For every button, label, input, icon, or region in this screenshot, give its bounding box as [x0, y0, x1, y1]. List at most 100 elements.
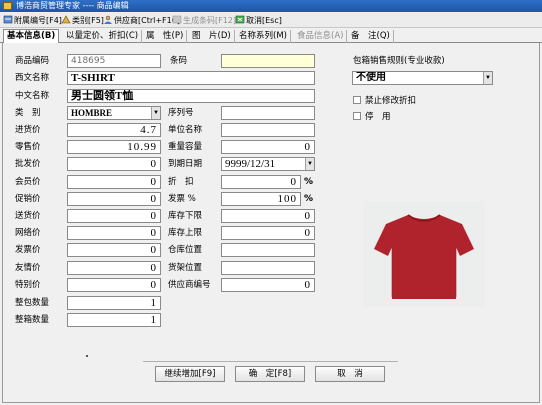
pack-qty-field[interactable]: 1 [67, 296, 161, 310]
cancel-icon [235, 15, 245, 24]
delivery-price-label: 送货价 [15, 211, 41, 221]
online-price-label: 网络价 [15, 228, 41, 238]
pack-rule-select[interactable]: 不使用 ▼ [352, 71, 493, 85]
western-name-label: 西文名称 [15, 73, 50, 83]
warehouse-location-label: 仓库位置 [168, 245, 203, 255]
unit-name-label: 单位名称 [168, 125, 203, 135]
tab-food-info[interactable]: 食品信息(A) [294, 30, 348, 43]
disabled-label: 停 用 [365, 112, 391, 122]
special-price-field[interactable]: 0 [67, 278, 161, 292]
shelf-location-field[interactable] [221, 261, 315, 275]
expiry-date-value: 9999/12/31 [225, 158, 276, 170]
serial-no-label: 序列号 [168, 108, 194, 118]
tshirt-shape [374, 215, 474, 299]
stock-min-label: 库存下限 [168, 211, 203, 221]
category-field-label: 类 别 [15, 108, 41, 118]
box-qty-field[interactable]: 1 [67, 313, 161, 327]
invoice-pct-unit: % [304, 194, 314, 204]
stock-min-field[interactable]: 0 [221, 209, 315, 223]
product-code-label: 商品编码 [15, 56, 50, 66]
western-name-field[interactable]: T-SHIRT [67, 71, 315, 85]
generate-barcode-label: 生成条码[F12] [183, 16, 237, 25]
friend-price-label: 友情价 [15, 263, 41, 273]
toolbar-cancel-button[interactable]: 取消[Esc] [235, 14, 282, 27]
barcode-icon [172, 15, 182, 24]
app-icon [3, 2, 12, 10]
category-select-value: HOMBRE [71, 108, 113, 118]
checkbox-box[interactable] [353, 112, 361, 120]
promo-price-field[interactable]: 0 [67, 192, 161, 206]
serial-no-field[interactable] [221, 106, 315, 120]
product-image [364, 201, 484, 307]
category-button[interactable]: 类别[F5] [61, 14, 104, 27]
tab-basic-info[interactable]: 基本信息(B) [3, 29, 60, 44]
confirm-button[interactable]: 确 定[F8] [235, 366, 305, 382]
generate-barcode-button[interactable]: 生成条码[F12] [172, 14, 236, 27]
chinese-name-label: 中文名称 [15, 91, 50, 101]
tab-notes[interactable]: 备 注(Q) [348, 30, 394, 43]
dot-marker [86, 355, 88, 357]
invoice-pct-field[interactable]: 100 [221, 192, 301, 206]
expiry-date-picker[interactable]: 9999/12/31 ▼ [221, 157, 315, 171]
category-label: 类别[F5] [72, 16, 104, 25]
pack-qty-label: 整包数量 [15, 298, 50, 308]
barcode-label: 条码 [170, 56, 188, 66]
purchase-price-field[interactable]: 4.7 [67, 123, 161, 137]
tab-qty-pricing[interactable]: 以量定价、折扣(C) [63, 30, 143, 43]
forbid-discount-label: 禁止修改折扣 [365, 96, 417, 106]
chevron-down-icon[interactable]: ▼ [151, 107, 160, 119]
pack-rule-label: 包箱销售规则(专业收款) [353, 56, 445, 66]
continue-add-button[interactable]: 继续增加[F9] [155, 366, 225, 382]
supplier-code-field[interactable]: 0 [221, 278, 315, 292]
discount-field[interactable]: 0 [221, 175, 301, 189]
stock-max-label: 库存上限 [168, 228, 203, 238]
promo-price-label: 促销价 [15, 194, 41, 204]
attach-icon [3, 15, 13, 24]
disabled-checkbox[interactable]: 停 用 [353, 112, 391, 122]
delivery-price-field[interactable]: 0 [67, 209, 161, 223]
chinese-name-field[interactable]: 男士圆领T恤 [67, 89, 315, 103]
toolbar: 附属编号[F4] 类别[F5] 供应商[Ctrl+F10] 生成条码[F12] … [0, 13, 542, 28]
special-price-label: 特别价 [15, 280, 41, 290]
warehouse-location-field[interactable] [221, 243, 315, 257]
retail-price-label: 零售价 [15, 142, 41, 152]
member-price-field[interactable]: 0 [67, 175, 161, 189]
button-separator [143, 361, 398, 362]
tab-attributes[interactable]: 属 性(P) [143, 30, 188, 43]
barcode-field[interactable] [221, 54, 315, 68]
product-code-field[interactable]: 418695 [67, 54, 161, 68]
supplier-button[interactable]: 供应商[Ctrl+F10] [103, 14, 180, 27]
unit-name-field[interactable] [221, 123, 315, 137]
friend-price-field[interactable]: 0 [67, 261, 161, 275]
category-icon [61, 15, 71, 24]
tab-name-series[interactable]: 名称系列(M) [236, 30, 291, 43]
online-price-field[interactable]: 0 [67, 226, 161, 240]
window-title: 博浩商贸管理专家 ---- 商品编辑 [16, 1, 129, 10]
cancel-button[interactable]: 取 消 [315, 366, 385, 382]
expiry-date-label: 到期日期 [168, 159, 203, 169]
category-select[interactable]: HOMBRE ▼ [67, 106, 161, 120]
attach-code-button[interactable]: 附属编号[F4] [3, 14, 62, 27]
checkbox-box[interactable] [353, 96, 361, 104]
invoice-pct-label: 发票 % [168, 194, 196, 204]
invoice-price-label: 发票价 [15, 245, 41, 255]
chevron-down-icon[interactable]: ▼ [483, 72, 492, 84]
forbid-discount-checkbox[interactable]: 禁止修改折扣 [353, 96, 416, 106]
supplier-code-label: 供应商编号 [168, 280, 211, 290]
title-bar: 博浩商贸管理专家 ---- 商品编辑 [0, 0, 542, 12]
stock-max-field[interactable]: 0 [221, 226, 315, 240]
weight-capacity-field[interactable]: 0 [221, 140, 315, 154]
tshirt-image [374, 214, 474, 299]
attach-code-label: 附属编号[F4] [14, 16, 62, 25]
wholesale-price-field[interactable]: 0 [67, 157, 161, 171]
tab-pictures[interactable]: 图 片(D) [189, 30, 235, 43]
discount-unit: % [304, 177, 314, 187]
date-dropdown-icon[interactable]: ▼ [305, 158, 314, 170]
person-icon [104, 15, 112, 24]
invoice-price-field[interactable]: 0 [67, 243, 161, 257]
retail-price-field[interactable]: 10.99 [67, 140, 161, 154]
wholesale-price-label: 批发价 [15, 159, 41, 169]
tab-strip: 基本信息(B) 以量定价、折扣(C) 属 性(P) 图 片(D) 名称系列(M)… [0, 29, 542, 44]
discount-label: 折 扣 [168, 177, 194, 187]
weight-capacity-label: 重量容量 [168, 142, 203, 152]
